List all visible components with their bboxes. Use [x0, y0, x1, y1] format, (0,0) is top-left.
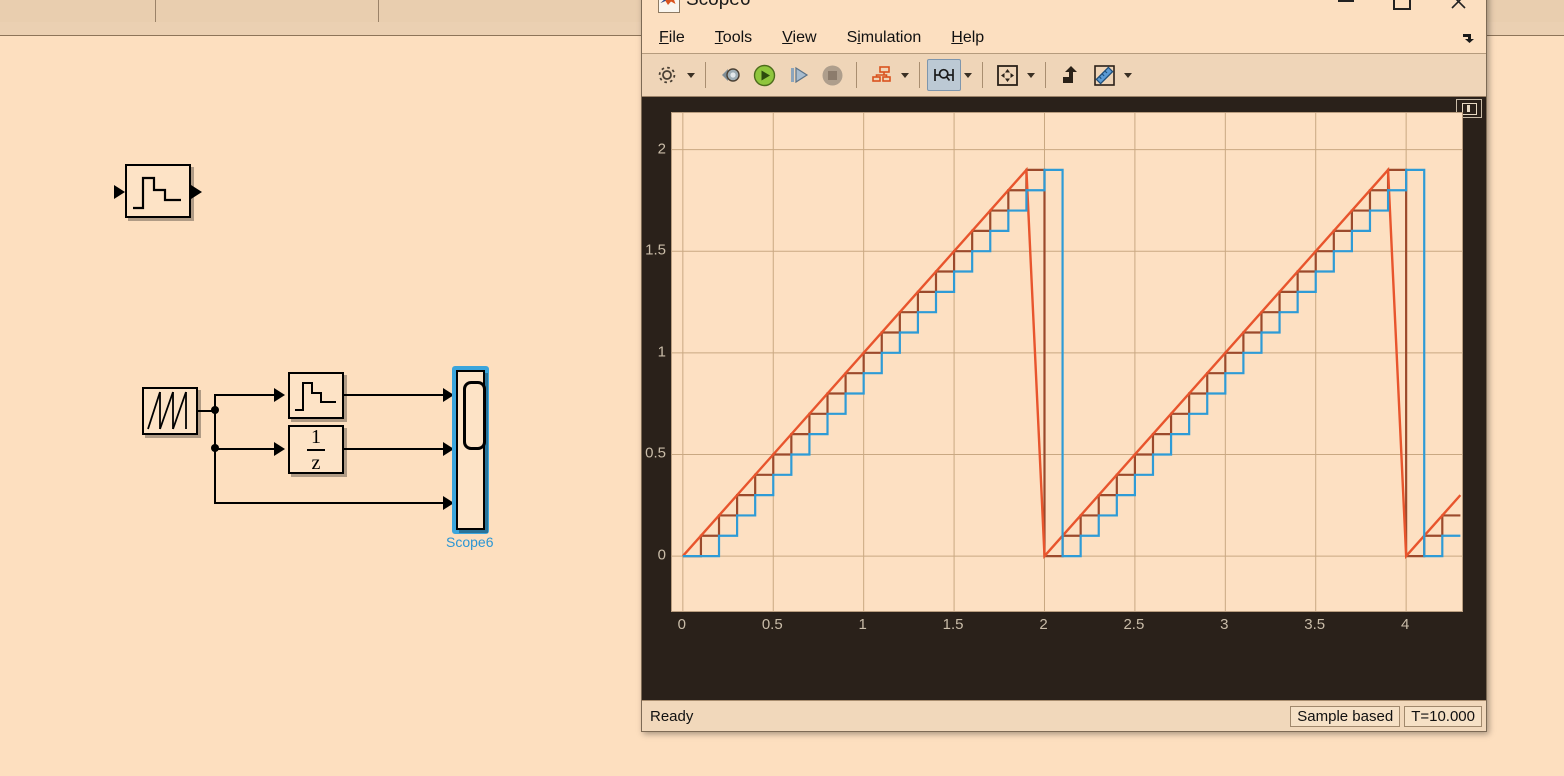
block-sawtooth-generator[interactable]: [142, 387, 198, 435]
x-tick-label: 0.5: [761, 616, 783, 633]
matlab-logo-icon: [658, 0, 680, 13]
statusbar: Ready Sample based T=10.000: [642, 700, 1486, 731]
style-button[interactable]: [1053, 59, 1087, 91]
signal-selection-caret[interactable]: [898, 60, 912, 90]
configuration-properties-button[interactable]: [650, 59, 684, 91]
simulation-time-panel: T=10.000: [1404, 705, 1482, 727]
wire-direct-to-scope: [214, 502, 443, 504]
y-tick-label: 0: [657, 546, 666, 564]
window-titlebar[interactable]: Scope6: [642, 0, 1486, 23]
x-tick-label: 3: [1220, 616, 1229, 633]
menubar[interactable]: File Tools View Simulation Help: [642, 23, 1486, 54]
x-tick-label: 0: [677, 616, 687, 633]
menu-tools[interactable]: Tools: [712, 27, 755, 49]
simulink-model-button[interactable]: [713, 59, 747, 91]
block-zero-order-hold[interactable]: [288, 372, 344, 419]
wire-to-unit-delay: [214, 448, 274, 450]
y-axis-labels: 0 0.5 1 1.5 2: [642, 112, 669, 612]
configuration-properties-caret[interactable]: [684, 60, 698, 90]
port-zoh-input: [274, 388, 285, 402]
x-tick-label: 3.5: [1304, 616, 1326, 633]
block-scope-label: Scope6: [446, 534, 494, 550]
unit-delay-expression: 1 z: [307, 427, 325, 473]
block-unit-delay[interactable]: 1 z: [288, 425, 344, 474]
overflow-arrow-icon[interactable]: [1461, 31, 1476, 47]
scope-screen-icon: [463, 381, 486, 450]
x-axis-labels: 0 0.5 1 1.5 2 2.5 3 3.5 4: [671, 616, 1463, 642]
stop-button[interactable]: [815, 59, 849, 91]
x-tick-label: 4: [1400, 616, 1410, 633]
plot-container[interactable]: 0 0.5 1 1.5 2 0 0.5 1 1.5 2 2.5 3 3.5 4: [642, 97, 1486, 700]
plot-frame: 0 0.5 1 1.5 2 0 0.5 1 1.5 2 2.5 3 3.5 4: [642, 97, 1486, 700]
y-tick-label: 2: [657, 140, 666, 158]
y-tick-label: 0.5: [645, 444, 666, 462]
x-tick-label: 2.5: [1123, 616, 1145, 633]
y-tick-label: 1.5: [645, 241, 666, 259]
menu-view[interactable]: View: [779, 27, 819, 49]
wire-zoh-to-scope: [344, 394, 443, 396]
port-unit-delay-input: [274, 442, 285, 456]
zoom-fit-caret[interactable]: [1024, 60, 1038, 90]
x-tick-label: 1: [858, 616, 867, 633]
cursor-measurements-caret[interactable]: [961, 60, 975, 90]
close-button[interactable]: [1430, 0, 1486, 23]
block-zero-order-hold-standalone[interactable]: [114, 164, 202, 220]
run-button[interactable]: [747, 59, 781, 91]
cursor-measurements-button[interactable]: [927, 59, 961, 91]
maximize-button[interactable]: [1374, 0, 1430, 23]
wire-delay-to-scope: [344, 448, 443, 450]
signal-selection-button[interactable]: [864, 59, 898, 91]
frame-mode-panel: Sample based: [1290, 705, 1401, 727]
plot-axes[interactable]: [671, 112, 1463, 612]
menu-help[interactable]: Help: [948, 27, 987, 49]
zoom-fit-button[interactable]: [990, 59, 1024, 91]
toolbar[interactable]: [642, 54, 1486, 97]
minimize-button[interactable]: [1318, 0, 1374, 23]
step-forward-button[interactable]: [781, 59, 815, 91]
status-message: Ready: [650, 707, 694, 725]
measurements-caret[interactable]: [1121, 60, 1135, 90]
menu-file[interactable]: File: [656, 27, 688, 49]
scope-window[interactable]: Scope6 File Tools View Simulation Help: [641, 0, 1487, 732]
window-controls[interactable]: [1318, 0, 1486, 23]
menu-simulation[interactable]: Simulation: [844, 27, 925, 49]
wire-to-zoh: [214, 394, 274, 396]
measurements-button[interactable]: [1087, 59, 1121, 91]
y-tick-label: 1: [657, 343, 666, 361]
block-scope[interactable]: [456, 370, 486, 530]
x-tick-label: 2: [1039, 616, 1048, 633]
x-tick-label: 1.5: [942, 616, 964, 633]
window-title: Scope6: [686, 0, 750, 11]
